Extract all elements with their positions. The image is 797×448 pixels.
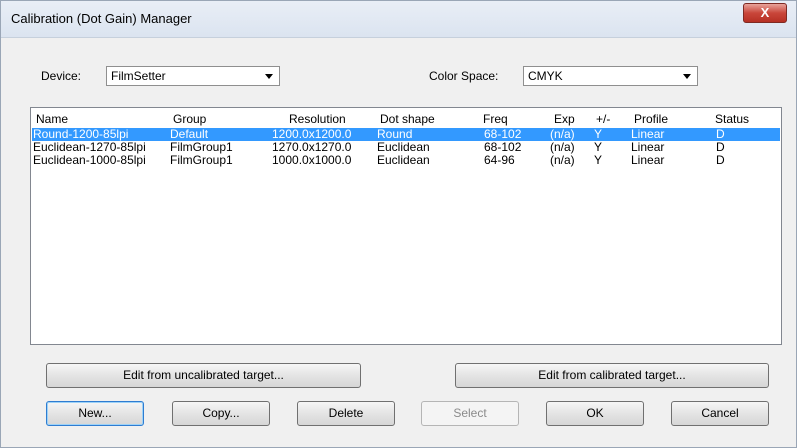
title-bar: Calibration (Dot Gain) Manager X: [1, 1, 796, 38]
select-button[interactable]: Select: [421, 401, 519, 426]
close-icon: X: [760, 5, 770, 20]
cell-name: Euclidean-1000-85lpi: [33, 153, 146, 167]
column-header-plus-minus[interactable]: +/-: [596, 112, 610, 126]
table-row[interactable]: Euclidean-1000-85lpi FilmGroup1 1000.0x1…: [32, 154, 780, 167]
calibration-list[interactable]: Name Group Resolution Dot shape Freq Exp…: [30, 107, 782, 345]
cell-profile: Linear: [631, 153, 665, 167]
cell-dot-shape: Euclidean: [377, 153, 430, 167]
dialog-window: Calibration (Dot Gain) Manager X Device:…: [0, 0, 797, 448]
cell-group: FilmGroup1: [170, 153, 233, 167]
column-header-resolution[interactable]: Resolution: [289, 112, 346, 126]
new-button[interactable]: New...: [46, 401, 144, 426]
cancel-button[interactable]: Cancel: [671, 401, 769, 426]
cell-freq: 64-96: [484, 153, 515, 167]
column-header-name[interactable]: Name: [36, 112, 68, 126]
device-value: FilmSetter: [111, 69, 166, 83]
cell-exp: (n/a): [550, 153, 575, 167]
window-title: Calibration (Dot Gain) Manager: [11, 11, 192, 26]
color-space-dropdown[interactable]: CMYK: [523, 66, 698, 86]
edit-uncalibrated-button[interactable]: Edit from uncalibrated target...: [46, 363, 361, 388]
cell-plus-minus: Y: [594, 153, 603, 167]
column-header-exp[interactable]: Exp: [554, 112, 575, 126]
column-header-profile[interactable]: Profile: [634, 112, 668, 126]
delete-button[interactable]: Delete: [297, 401, 395, 426]
chevron-down-icon: [265, 74, 273, 79]
device-label: Device:: [41, 69, 82, 83]
edit-calibrated-button[interactable]: Edit from calibrated target...: [455, 363, 769, 388]
color-space-value: CMYK: [528, 69, 563, 83]
device-dropdown[interactable]: FilmSetter: [106, 66, 280, 86]
column-header-status[interactable]: Status: [715, 112, 749, 126]
cell-resolution: 1000.0x1000.0: [272, 153, 352, 167]
column-header-group[interactable]: Group: [173, 112, 206, 126]
column-header-freq[interactable]: Freq: [483, 112, 508, 126]
cell-status: D: [716, 153, 725, 167]
color-space-label: Color Space:: [429, 69, 499, 83]
column-header-dot-shape[interactable]: Dot shape: [380, 112, 435, 126]
ok-button[interactable]: OK: [546, 401, 644, 426]
chevron-down-icon: [683, 74, 691, 79]
copy-button[interactable]: Copy...: [172, 401, 270, 426]
close-button[interactable]: X: [743, 3, 787, 23]
